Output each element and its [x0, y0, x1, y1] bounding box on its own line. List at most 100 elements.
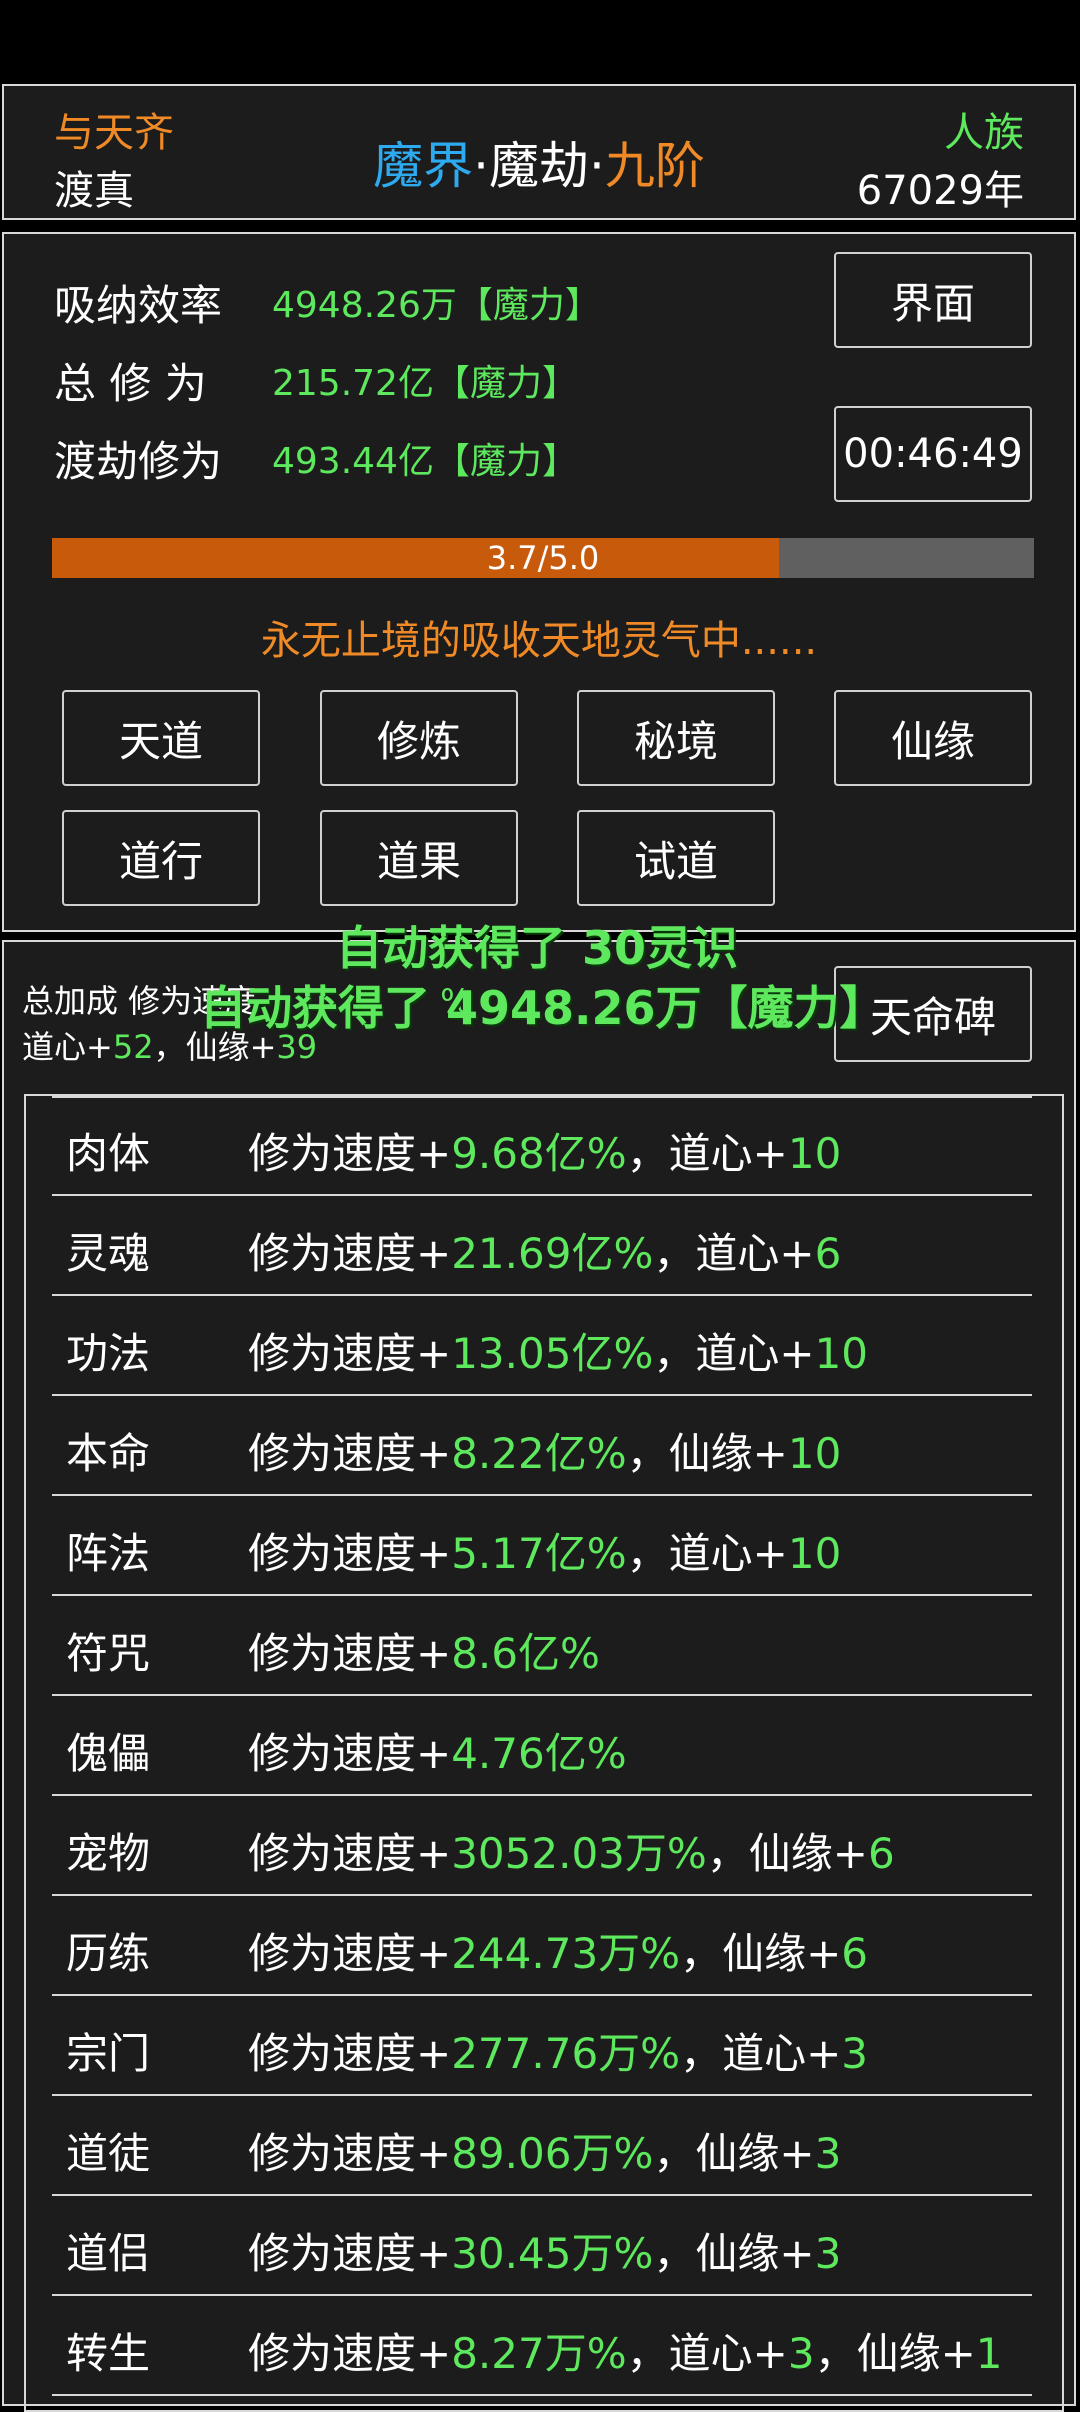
bonus-separator: ，: [153, 1028, 186, 1066]
cultivate-button[interactable]: 修炼: [320, 690, 518, 786]
bonus-value: 10: [787, 1129, 842, 1178]
bonus-row-description: 修为速度+8.22亿%，仙缘+10: [248, 1420, 841, 1481]
bonus-text: ，仙缘+: [653, 2129, 815, 2178]
bonus-row-name: 功法: [66, 1329, 151, 1378]
bonus-value: 8.22亿%: [451, 1429, 627, 1478]
interface-button[interactable]: 界面: [834, 252, 1032, 348]
bonus-value: 6: [814, 1229, 842, 1278]
bonus-value: 30.45万%: [451, 2229, 654, 2278]
bonus-text: ，仙缘+: [626, 1429, 788, 1478]
bonus-row-description: 修为速度+9.68亿%，道心+10: [248, 1120, 841, 1181]
bonus-row: 本命 修为速度+8.22亿%，仙缘+10: [52, 1396, 1032, 1496]
bonus-text: ，道心+: [653, 1229, 815, 1278]
bonus-value: 3: [814, 2229, 842, 2278]
bonus-text: 修为速度+: [248, 1429, 452, 1478]
bonus-row: 宗门 修为速度+277.76万%，道心+3: [52, 1996, 1032, 2096]
bonus-row: 灵魂 修为速度+21.69亿%，道心+6: [52, 1196, 1032, 1296]
bonus-row-name: 道徒: [66, 2129, 151, 2178]
realm-sep-1: ·: [473, 137, 489, 195]
daoxing-button[interactable]: 道行: [62, 810, 260, 906]
progress-bar: 3.7/5.0: [52, 538, 1034, 578]
bonus-row: 道徒 修为速度+89.06万%，仙缘+3: [52, 2096, 1032, 2196]
bonus-value: 6: [841, 1929, 869, 1978]
bonus-row-name: 傀儡: [66, 1729, 151, 1778]
bonus-value: 21.69亿%: [451, 1229, 654, 1278]
bonus-value: 89.06万%: [451, 2129, 654, 2178]
bonus-row-name: 阵法: [66, 1529, 151, 1578]
daoxin-value: 52: [112, 1028, 154, 1066]
bonus-row-name: 转生: [66, 2329, 151, 2378]
bonus-text: 修为速度+: [248, 1929, 452, 1978]
bonus-row: 符咒 修为速度+8.6亿%: [52, 1596, 1032, 1696]
race-label: 人族: [944, 110, 1024, 156]
list-top-divider: [52, 1096, 1032, 1098]
stat-value-absorb: 4948.26万【魔力】: [272, 285, 601, 326]
bonus-row-description: 修为速度+8.6亿%: [248, 1620, 600, 1681]
bonus-row-name: 宗门: [66, 2029, 151, 2078]
progress-label: 3.7/5.0: [486, 539, 600, 577]
years-label: 67029年: [856, 168, 1024, 214]
timer-display: 00:46:49: [834, 406, 1032, 502]
bonus-row-description: 修为速度+5.17亿%，道心+10: [248, 1520, 841, 1581]
bonus-row-name: 历练: [66, 1929, 151, 1978]
bonus-value: 3: [814, 2129, 842, 2178]
bonus-row: 功法 修为速度+13.05亿%，道心+10: [52, 1296, 1032, 1396]
toast-message-2: 自动获得了 4948.26万【魔力】: [200, 981, 886, 1035]
realm-world: 魔界: [373, 137, 474, 195]
bonus-row-description: 修为速度+30.45万%，仙缘+3: [248, 2220, 841, 2281]
bonus-row-name: 宠物: [66, 1829, 151, 1878]
bonus-row-name: 肉体: [66, 1129, 151, 1178]
bonus-list[interactable]: 肉体 修为速度+9.68亿%，道心+10 灵魂 修为速度+21.69亿%，道心+6 功法…: [24, 1094, 1064, 2412]
bonus-row: 宠物 修为速度+3052.03万%，仙缘+6: [52, 1796, 1032, 1896]
bonus-text: 修为速度+: [248, 2129, 452, 2178]
bonus-row: 转生 修为速度+8.27万%，道心+3，仙缘+1: [52, 2296, 1032, 2396]
bonus-value: 13.05亿%: [451, 1329, 654, 1378]
immortal-fate-button[interactable]: 仙缘: [834, 690, 1032, 786]
trial-button[interactable]: 试道: [577, 810, 775, 906]
bonus-value: 3: [841, 2029, 869, 2078]
bonus-text: ，仙缘+: [680, 1929, 842, 1978]
stat-label-total: 总 修 为: [54, 359, 207, 408]
stat-value-total: 215.72亿【魔力】: [272, 363, 578, 404]
bonus-row: 傀儡 修为速度+4.76亿%: [52, 1696, 1032, 1796]
tiandao-button[interactable]: 天道: [62, 690, 260, 786]
bonus-text: ，道心+: [680, 2029, 842, 2078]
bonus-row-description: 修为速度+13.05亿%，道心+10: [248, 1320, 868, 1381]
toast-message-1: 自动获得了 30灵识: [336, 921, 739, 975]
bonus-value: 10: [787, 1529, 842, 1578]
bonus-row: 阵法 修为速度+5.17亿%，道心+10: [52, 1496, 1032, 1596]
bonus-text: ，道心+: [626, 2329, 788, 2378]
realm-tribulation: 魔劫: [489, 137, 589, 195]
bonus-text: 修为速度+: [248, 2329, 452, 2378]
realm-stage: 九阶: [604, 137, 705, 195]
bonus-row-name: 符咒: [66, 1629, 151, 1678]
bonus-row: 历练 修为速度+244.73万%，仙缘+6: [52, 1896, 1032, 1996]
stat-label-tribulation: 渡劫修为: [54, 437, 223, 486]
bonus-text: 修为速度+: [248, 2229, 452, 2278]
daoguo-button[interactable]: 道果: [320, 810, 518, 906]
bonus-value: 8.6亿%: [451, 1629, 600, 1678]
stats-panel: 吸纳效率 4948.26万【魔力】 总 修 为 215.72亿【魔力】 渡劫修为…: [2, 232, 1076, 932]
bonus-value: 9.68亿%: [451, 1129, 627, 1178]
bonus-row-description: 修为速度+89.06万%，仙缘+3: [248, 2120, 841, 2181]
bonus-row-description: 修为速度+8.27万%，道心+3，仙缘+1: [248, 2320, 1003, 2381]
bonus-text: 修为速度+: [248, 1229, 452, 1278]
status-text: 永无止境的吸收天地灵气中......: [260, 618, 818, 664]
bonus-text: ，道心+: [653, 1329, 815, 1378]
bonus-value: 3: [787, 2329, 815, 2378]
bonus-text: ，道心+: [626, 1529, 788, 1578]
bonus-panel: 总加成 修为速度% 道心+52，仙缘+39 天命碑 自动获得了 30灵识 自动获…: [2, 921, 1076, 2412]
bonus-value: 3052.03万%: [451, 1829, 707, 1878]
bonus-value: 244.73万%: [451, 1929, 681, 1978]
bonus-value: 10: [787, 1429, 842, 1478]
bonus-row: 道侣 修为速度+30.45万%，仙缘+3: [52, 2196, 1032, 2296]
bonus-text: 修为速度+: [248, 2029, 452, 2078]
bonus-value: 10: [814, 1329, 869, 1378]
bonus-value: 6: [868, 1829, 895, 1878]
bonus-row-description: 修为速度+4.76亿%: [248, 1720, 627, 1781]
bonus-value: 8.27万%: [451, 2329, 627, 2378]
bonus-text: 修为速度+: [248, 1329, 452, 1378]
secret-realm-button[interactable]: 秘境: [577, 690, 775, 786]
bonus-text: 修为速度+: [248, 1729, 452, 1778]
bonus-value: 4.76亿%: [451, 1729, 627, 1778]
